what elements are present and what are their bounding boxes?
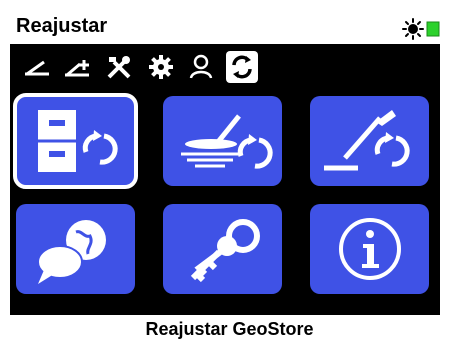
tab-ground-balance[interactable]: [62, 52, 92, 82]
tab-user[interactable]: [186, 52, 216, 82]
globe-chat-icon: [37, 220, 106, 284]
device-screen: Reajustar Reajustar GeoStore: [0, 0, 449, 343]
info-tile[interactable]: [310, 204, 429, 294]
reset-geostore-tile[interactable]: [13, 93, 138, 189]
keys-icon: [190, 219, 260, 283]
tab-threshold[interactable]: [22, 52, 52, 82]
reset-icon: [232, 55, 252, 79]
coil-reset-icon: [181, 114, 273, 169]
gear-icon: [149, 55, 173, 79]
page-title: Reajustar: [16, 15, 108, 37]
tab-settings[interactable]: [146, 52, 176, 82]
discrimination-icon: [25, 60, 49, 76]
tools-icon: [107, 56, 131, 79]
user-icon: [189, 54, 213, 79]
tab-tools[interactable]: [104, 52, 134, 82]
keys-tile[interactable]: [163, 204, 282, 294]
reset-detect-settings-tile[interactable]: [163, 96, 282, 186]
tab-reset[interactable]: [226, 51, 258, 83]
language-tile[interactable]: [16, 204, 135, 294]
title-bar: Reajustar: [10, 12, 440, 44]
footer-bar: Reajustar GeoStore: [0, 315, 449, 343]
sun-icon: [402, 18, 424, 40]
screen-edge: [0, 0, 10, 343]
detector-reset-icon: [324, 110, 410, 171]
ground-balance-icon: [65, 60, 89, 77]
filing-cabinet-reset-icon: [38, 110, 118, 172]
reset-search-modes-tile[interactable]: [310, 96, 429, 186]
info-icon: [339, 218, 401, 280]
selected-item-label: Reajustar GeoStore: [145, 319, 314, 339]
battery-icon: [426, 21, 440, 37]
